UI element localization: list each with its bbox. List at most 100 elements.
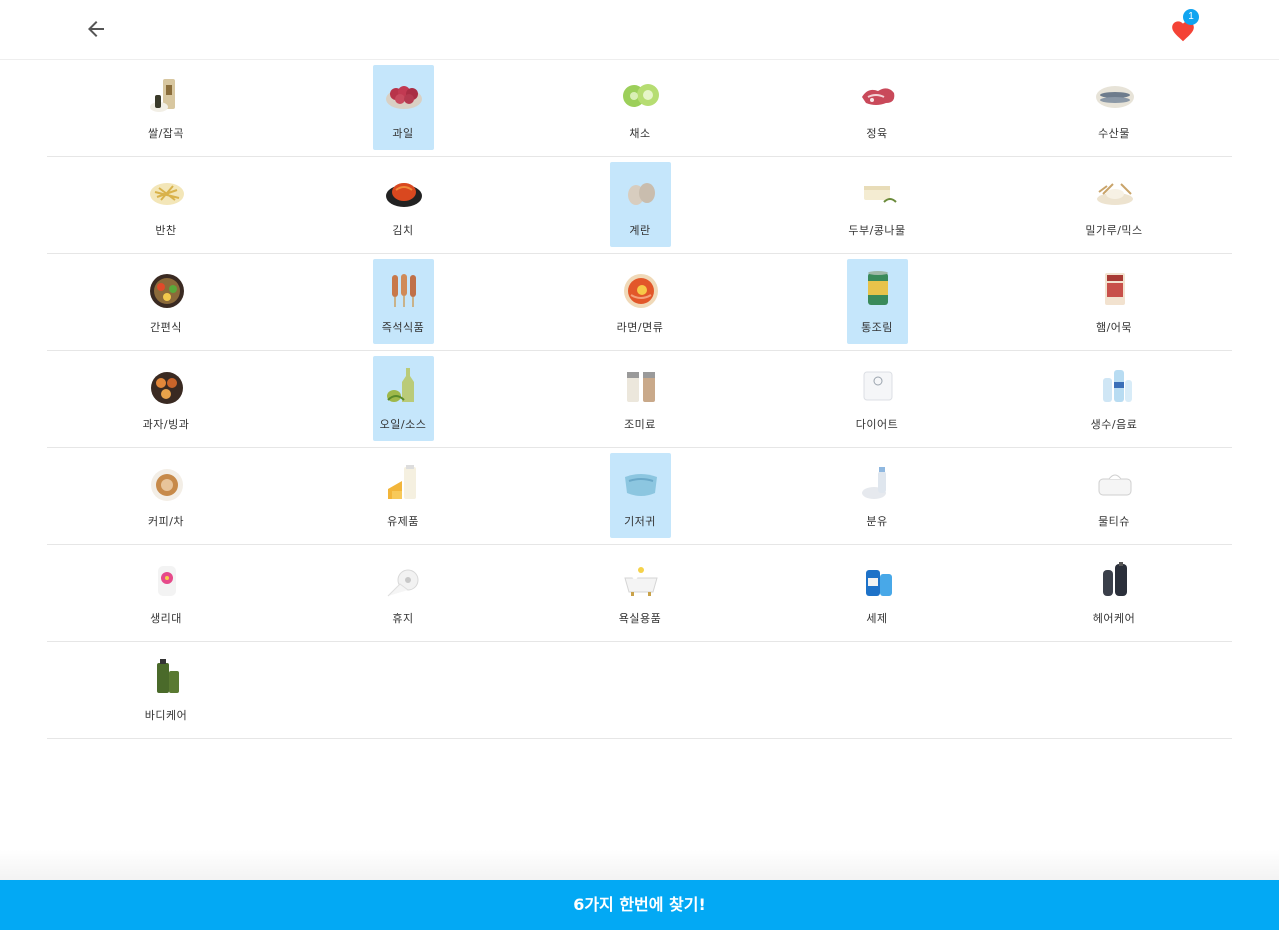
detergent-icon xyxy=(858,560,898,600)
category-cell: 분유 xyxy=(758,448,995,545)
category-cell: 물티슈 xyxy=(995,448,1232,545)
category-cell xyxy=(521,642,758,739)
category-item[interactable]: 분유 xyxy=(847,453,908,538)
category-cell: 햄/어묵 xyxy=(995,254,1232,351)
category-cell: 반찬 xyxy=(47,157,284,254)
category-cell xyxy=(995,642,1232,739)
category-item[interactable]: 과자/빙과 xyxy=(136,356,197,441)
category-item[interactable]: 헤어케어 xyxy=(1084,550,1145,635)
category-item[interactable]: 유제품 xyxy=(373,453,434,538)
meat-icon xyxy=(858,75,898,115)
category-cell: 욕실용품 xyxy=(521,545,758,642)
category-label: 다이어트 xyxy=(855,418,899,431)
category-item[interactable]: 두부/콩나물 xyxy=(847,162,908,247)
category-item[interactable]: 김치 xyxy=(373,162,434,247)
category-cell: 조미료 xyxy=(521,351,758,448)
category-item[interactable]: 바디케어 xyxy=(136,647,197,732)
category-item[interactable]: 정육 xyxy=(847,65,908,150)
wet-tissue-icon xyxy=(1095,463,1135,503)
back-button[interactable] xyxy=(84,17,108,41)
category-cell: 세제 xyxy=(758,545,995,642)
category-cell: 과자/빙과 xyxy=(47,351,284,448)
category-item[interactable]: 밀가루/믹스 xyxy=(1084,162,1145,247)
category-cell: 간편식 xyxy=(47,254,284,351)
category-cell: 라면/면류 xyxy=(521,254,758,351)
category-label: 휴지 xyxy=(392,612,414,625)
bottom-fade xyxy=(0,850,1279,880)
category-item[interactable]: 햄/어묵 xyxy=(1084,259,1145,344)
category-item[interactable]: 생리대 xyxy=(136,550,197,635)
category-label: 계란 xyxy=(629,224,651,237)
category-row: 반찬 김치 계란 두부/콩나물 밀가루/믹스 xyxy=(47,157,1232,254)
top-bar: 1 xyxy=(0,0,1279,60)
tofu-icon xyxy=(858,172,898,212)
seasoning-icon xyxy=(621,366,661,406)
category-grid: 쌀/잡곡 과일 채소 정육 수산물반찬 김치 계란 두부/콩나물 밀가루/믹스간편식 즉석식품 라면… xyxy=(47,60,1232,739)
category-cell: 기저귀 xyxy=(521,448,758,545)
category-label: 반찬 xyxy=(155,224,177,237)
category-label: 햄/어묵 xyxy=(1095,321,1133,334)
category-item[interactable]: 생수/음료 xyxy=(1084,356,1145,441)
category-label: 기저귀 xyxy=(624,515,656,528)
body-wash-icon xyxy=(147,657,187,697)
category-item[interactable]: 세제 xyxy=(847,550,908,635)
coffee-icon xyxy=(147,463,187,503)
category-cell: 정육 xyxy=(758,60,995,157)
category-label: 조미료 xyxy=(624,418,656,431)
category-item[interactable]: 과일 xyxy=(372,65,434,150)
category-label: 라면/면류 xyxy=(616,321,664,334)
category-item[interactable]: 수산물 xyxy=(1084,65,1145,150)
category-label: 헤어케어 xyxy=(1092,612,1136,625)
category-item[interactable]: 계란 xyxy=(609,162,671,247)
category-cell: 과일 xyxy=(284,60,521,157)
category-item[interactable]: 조미료 xyxy=(610,356,671,441)
category-label: 정육 xyxy=(866,127,888,140)
toilet-paper-icon xyxy=(384,560,424,600)
corn-dog-icon xyxy=(384,269,424,309)
category-item[interactable]: 반찬 xyxy=(136,162,197,247)
category-cell: 채소 xyxy=(521,60,758,157)
shampoo-icon xyxy=(1095,560,1135,600)
category-cell: 커피/차 xyxy=(47,448,284,545)
category-cell: 휴지 xyxy=(284,545,521,642)
category-item[interactable]: 라면/면류 xyxy=(610,259,671,344)
category-item[interactable]: 휴지 xyxy=(373,550,434,635)
category-label: 오일/소스 xyxy=(379,418,427,431)
scale-icon xyxy=(858,366,898,406)
category-item[interactable]: 다이어트 xyxy=(847,356,908,441)
category-item[interactable]: 물티슈 xyxy=(1084,453,1145,538)
category-item[interactable]: 통조림 xyxy=(846,259,908,344)
category-label: 통조림 xyxy=(861,321,893,334)
category-item[interactable]: 오일/소스 xyxy=(372,356,434,441)
category-label: 간편식 xyxy=(150,321,182,334)
category-row: 쌀/잡곡 과일 채소 정육 수산물 xyxy=(47,60,1232,157)
water-bottle-icon xyxy=(1095,366,1135,406)
cabbage-icon xyxy=(621,75,661,115)
category-cell: 바디케어 xyxy=(47,642,284,739)
category-item[interactable]: 기저귀 xyxy=(609,453,671,538)
arrow-left-icon xyxy=(88,21,104,37)
can-icon xyxy=(858,269,898,309)
baby-formula-icon xyxy=(858,463,898,503)
dairy-icon xyxy=(384,463,424,503)
flour-icon xyxy=(1095,172,1135,212)
category-label: 두부/콩나물 xyxy=(848,224,906,237)
category-label: 바디케어 xyxy=(144,709,188,722)
bathtub-icon xyxy=(621,560,661,600)
category-item[interactable]: 즉석식품 xyxy=(372,259,434,344)
category-row: 커피/차 유제품 기저귀 분유 물티슈 xyxy=(47,448,1232,545)
kimchi-icon xyxy=(384,172,424,212)
category-label: 세제 xyxy=(866,612,888,625)
category-item[interactable]: 욕실용품 xyxy=(610,550,671,635)
category-item[interactable]: 쌀/잡곡 xyxy=(136,65,197,150)
search-all-button[interactable]: 6가지 한번에 찾기! xyxy=(0,880,1279,930)
category-cell: 생수/음료 xyxy=(995,351,1232,448)
category-label: 즉석식품 xyxy=(381,321,425,334)
category-label: 생수/음료 xyxy=(1090,418,1138,431)
category-item[interactable]: 채소 xyxy=(610,65,671,150)
category-item[interactable]: 간편식 xyxy=(136,259,197,344)
category-item[interactable]: 커피/차 xyxy=(136,453,197,538)
category-cell: 수산물 xyxy=(995,60,1232,157)
category-row: 생리대 휴지 욕실용품 세제 헤어케어 xyxy=(47,545,1232,642)
category-label: 과자/빙과 xyxy=(142,418,190,431)
